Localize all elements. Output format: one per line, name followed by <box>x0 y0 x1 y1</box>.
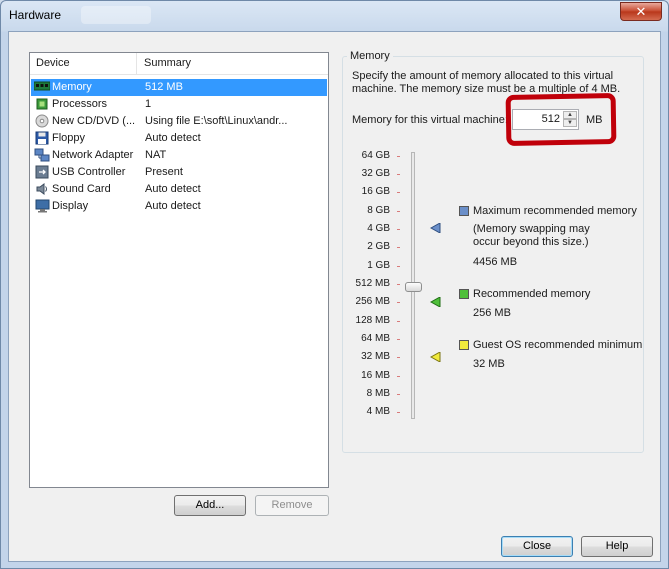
recommended-swatch <box>459 289 469 299</box>
scale-tick <box>397 247 400 248</box>
device-summary: Using file E:\soft\Linux\andr... <box>145 115 288 127</box>
max-recommended-marker-icon <box>430 223 441 233</box>
max-recommended-note-2: occur beyond this size.) <box>473 236 589 248</box>
scale-label: 64 GB <box>361 150 390 161</box>
device-row-usb-controller[interactable]: USB Controller Present <box>31 164 327 181</box>
scale-tick <box>397 339 400 340</box>
max-recommended-note-1: (Memory swapping may <box>473 223 590 235</box>
scale-label: 32 MB <box>361 351 390 362</box>
recommended-marker-icon <box>430 297 441 307</box>
memory-group-title: Memory <box>347 50 393 62</box>
device-name: Floppy <box>52 132 86 144</box>
scale-tick <box>397 357 400 358</box>
device-name: USB Controller <box>52 166 126 178</box>
hardware-dialog: Hardware ✕ Device Summary Memory 512 MB <box>0 0 669 569</box>
device-row-display[interactable]: Display Auto detect <box>31 198 327 215</box>
scale-tick <box>397 174 400 175</box>
device-summary: 512 MB <box>145 81 183 93</box>
usb-icon <box>34 165 50 179</box>
processor-icon <box>34 97 50 111</box>
column-divider[interactable] <box>136 53 137 75</box>
scale-label: 2 GB <box>367 241 390 252</box>
remove-device-button[interactable]: Remove <box>255 495 329 516</box>
title-bar[interactable]: Hardware ✕ <box>1 1 668 31</box>
scale-tick <box>397 284 400 285</box>
scale-tick <box>397 211 400 212</box>
scale-tick <box>397 321 400 322</box>
device-name: Sound Card <box>52 183 111 195</box>
recommended-title: Recommended memory <box>473 288 591 300</box>
scale-tick <box>397 412 400 413</box>
device-name: Network Adapter <box>52 149 134 161</box>
scale-label: 4 MB <box>366 406 390 417</box>
scale-label: 64 MB <box>361 333 390 344</box>
blurred-title-area <box>81 6 151 24</box>
scale-tick <box>397 394 400 395</box>
guest-minimum-swatch <box>459 340 469 350</box>
close-button[interactable]: Close <box>501 536 573 557</box>
device-summary: 1 <box>145 98 152 110</box>
device-row-memory[interactable]: Memory 512 MB <box>31 79 327 96</box>
scale-tick <box>397 376 400 377</box>
scale-tick <box>397 266 400 267</box>
recommended-value: 256 MB <box>473 307 511 319</box>
column-header-summary[interactable]: Summary <box>144 57 191 69</box>
device-row-cd-dvd[interactable]: New CD/DVD (... Using file E:\soft\Linux… <box>31 113 327 130</box>
device-name: Display <box>52 200 89 212</box>
guest-minimum-marker-icon <box>430 352 441 362</box>
scale-label: 128 MB <box>355 315 390 326</box>
help-button[interactable]: Help <box>581 536 653 557</box>
memory-icon <box>33 80 51 94</box>
scale-label: 32 GB <box>361 168 390 179</box>
device-summary: Auto detect <box>145 132 201 144</box>
memory-field-label: Memory for this virtual machine: <box>352 114 508 126</box>
scale-label: 1 GB <box>367 260 390 271</box>
guest-minimum-title: Guest OS recommended minimum <box>473 339 643 351</box>
device-summary: Present <box>145 166 183 178</box>
column-header-device[interactable]: Device <box>36 57 70 69</box>
scale-label: 16 MB <box>361 370 390 381</box>
device-summary: Auto detect <box>145 183 201 195</box>
device-summary: Auto detect <box>145 200 201 212</box>
scale-label: 8 GB <box>367 205 390 216</box>
scale-tick <box>397 192 400 193</box>
network-adapter-icon <box>34 148 50 162</box>
description-line-1: Specify the amount of memory allocated t… <box>352 70 614 82</box>
device-list[interactable]: Device Summary Memory 512 MB Processors … <box>29 52 329 488</box>
memory-description: Specify the amount of memory allocated t… <box>352 70 632 96</box>
scale-label: 16 GB <box>361 186 390 197</box>
device-row-network-adapter[interactable]: Network Adapter NAT <box>31 147 327 164</box>
scale-label: 512 MB <box>355 278 390 289</box>
max-recommended-value: 4456 MB <box>473 256 518 268</box>
scale-label: 4 GB <box>367 223 390 234</box>
sound-card-icon <box>34 182 50 196</box>
memory-slider-thumb[interactable] <box>405 282 422 292</box>
device-summary: NAT <box>145 149 167 161</box>
scale-tick <box>397 229 400 230</box>
device-name: Memory <box>52 81 92 93</box>
scale-label: 256 MB <box>355 296 390 307</box>
display-icon <box>34 199 50 213</box>
device-name: New CD/DVD (... <box>52 115 136 127</box>
add-device-button[interactable]: Add... <box>174 495 246 516</box>
max-recommended-swatch <box>459 206 469 216</box>
window-title: Hardware <box>9 8 62 22</box>
device-row-processors[interactable]: Processors 1 <box>31 96 327 113</box>
scale-label: 8 MB <box>366 388 390 399</box>
dialog-body: Device Summary Memory 512 MB Processors … <box>8 31 661 562</box>
floppy-icon <box>34 131 50 145</box>
red-annotation-circle <box>505 93 617 146</box>
scale-tick <box>397 302 400 303</box>
guest-minimum-value: 32 MB <box>473 358 505 370</box>
device-list-header: Device Summary <box>30 53 328 75</box>
device-name: Processors <box>52 98 108 110</box>
memory-scale: 64 GB 32 GB 16 GB 8 GB 4 GB 2 GB 1 GB 51… <box>355 150 408 420</box>
cd-dvd-icon <box>34 114 50 128</box>
max-recommended-title: Maximum recommended memory <box>473 205 637 217</box>
device-row-floppy[interactable]: Floppy Auto detect <box>31 130 327 147</box>
scale-tick <box>397 156 400 157</box>
device-row-sound-card[interactable]: Sound Card Auto detect <box>31 181 327 198</box>
window-close-button[interactable]: ✕ <box>620 2 662 21</box>
